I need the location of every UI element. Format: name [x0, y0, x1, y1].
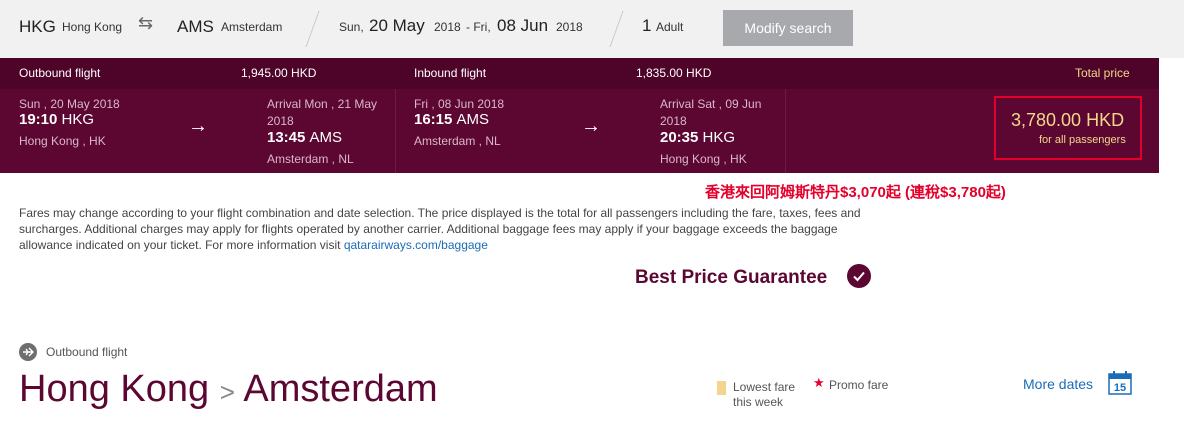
outbound-arrival-time: 13:45 AMS — [267, 129, 343, 146]
divider — [305, 11, 320, 47]
checkmark-icon — [847, 264, 871, 288]
return-year: 2018 — [556, 20, 583, 34]
depart-year: 2018 — [434, 20, 461, 34]
calendar-day: 15 — [1114, 382, 1126, 394]
inbound-arrival-place: Hong Kong , HK — [660, 152, 747, 166]
divider — [785, 89, 786, 173]
section-label: Outbound flight — [46, 345, 128, 359]
outbound-header-price: 1,945.00 HKD — [241, 66, 317, 80]
star-icon: ★ — [813, 375, 825, 390]
summary-header — [0, 58, 1159, 89]
promo-fare-label: Promo fare — [829, 378, 889, 392]
outbound-depart-date: Sun , 20 May 2018 — [19, 97, 120, 111]
search-summary-bar: HKG Hong Kong ⇆ AMS Amsterdam Sun, 20 Ma… — [0, 0, 1184, 58]
modify-search-button[interactable]: Modify search — [723, 10, 853, 46]
price-annotation: 香港來回阿姆斯特丹$3,070起 (連稅$3,780起) — [705, 184, 1006, 201]
total-price-label: Total price — [1075, 66, 1130, 80]
inbound-arrival-time: 20:35 HKG — [660, 129, 736, 146]
pax-label: Adult — [656, 20, 684, 34]
fare-notice: Fares may change according to your fligh… — [19, 205, 879, 253]
swap-arrows-icon: ⇆ — [138, 13, 154, 33]
pax-count: 1 — [642, 16, 652, 35]
arrow-right-icon: → — [188, 115, 208, 137]
divider — [609, 11, 624, 47]
depart-date: 20 May — [369, 16, 425, 35]
inbound-header-price: 1,835.00 HKD — [636, 66, 712, 80]
inbound-depart-date: Fri , 08 Jun 2018 — [414, 97, 505, 111]
outbound-arrival-year: 2018 — [267, 114, 294, 128]
flight-summary-band: Outbound flight 1,945.00 HKD Inbound fli… — [0, 58, 1159, 173]
lowest-fare-label: Lowest fare this week — [733, 380, 796, 409]
depart-dow: Sun, — [339, 20, 364, 34]
origin-code: HKG — [19, 17, 56, 36]
date-separator: - Fri, — [466, 20, 491, 34]
inbound-depart-time: 16:15 AMS — [414, 111, 490, 128]
return-date: 08 Jun — [497, 16, 549, 35]
origin-city: Hong Kong — [62, 20, 123, 34]
inbound-header-label: Inbound flight — [414, 66, 487, 80]
route-separator: > — [219, 377, 235, 407]
route-origin: Hong Kong — [19, 368, 210, 410]
inbound-arrival-label: Arrival Sat , 09 Jun — [660, 97, 762, 111]
plane-icon — [19, 343, 37, 361]
outbound-header-label: Outbound flight — [19, 66, 101, 80]
calendar-icon[interactable]: 15 — [1108, 371, 1132, 395]
outbound-arrival-label: Arrival Mon , 21 May — [267, 97, 378, 111]
best-price-guarantee: Best Price Guarantee — [635, 267, 828, 288]
total-price: 3,780.00 HKD — [1011, 110, 1125, 130]
dest-code: AMS — [177, 17, 214, 36]
lowest-fare-icon — [717, 381, 726, 395]
total-price-note: for all passengers — [1039, 134, 1126, 146]
inbound-arrival-year: 2018 — [660, 114, 687, 128]
more-dates-link[interactable]: More dates — [1023, 376, 1093, 392]
inbound-depart-place: Amsterdam , NL — [414, 134, 501, 148]
route-destination: Amsterdam — [243, 368, 438, 410]
outbound-depart-time: 19:10 HKG — [19, 111, 95, 128]
baggage-link[interactable]: qatarairways.com/baggage — [344, 238, 488, 252]
outbound-arrival-place: Amsterdam , NL — [267, 152, 354, 166]
divider — [395, 89, 396, 173]
dest-city: Amsterdam — [221, 20, 283, 34]
arrow-right-icon: → — [581, 115, 601, 137]
route-title: Hong Kong > Amsterdam — [19, 368, 438, 411]
outbound-depart-place: Hong Kong , HK — [19, 134, 106, 148]
